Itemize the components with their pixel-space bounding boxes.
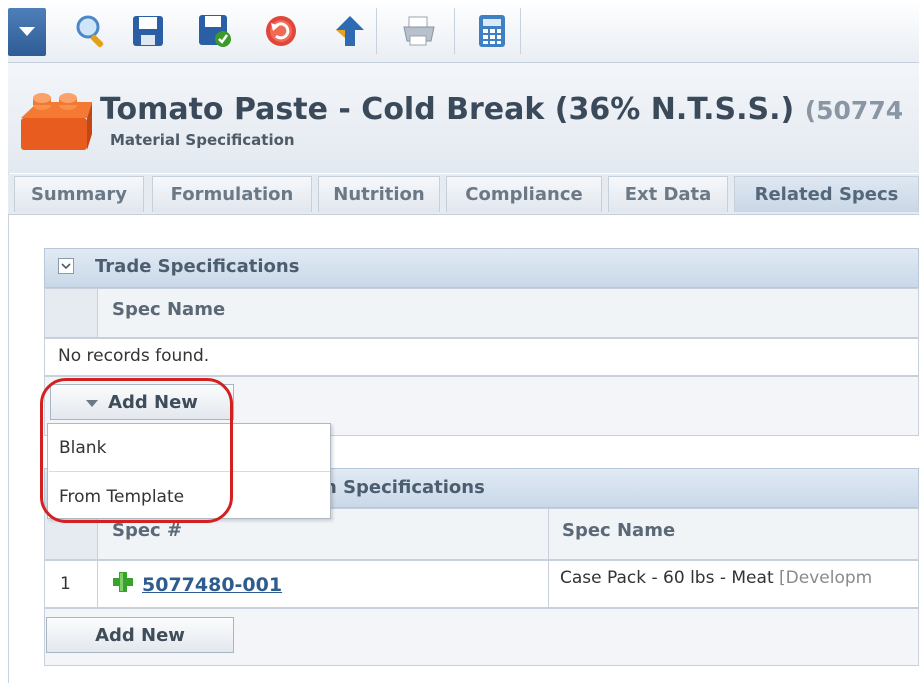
column-spec-name[interactable]: Spec Name [562, 520, 675, 541]
second-specs-title: n Specifications [324, 477, 485, 498]
column-spec-number[interactable]: Spec # [112, 520, 182, 541]
spec-code: (50774 [804, 96, 904, 125]
toolbar-divider [520, 8, 521, 54]
page-title: Tomato Paste - Cold Break (36% N.T.S.S.)… [100, 92, 903, 127]
print-icon[interactable] [396, 10, 442, 52]
row-index-cell [44, 560, 98, 608]
no-records-text: No records found. [58, 346, 210, 366]
toolbar-divider [454, 8, 455, 54]
page-subtitle: Material Specification [110, 131, 295, 149]
spec-name-text: Case Pack - 60 lbs - Meat [560, 568, 774, 588]
tab-compliance[interactable]: Compliance [446, 176, 602, 212]
tab-ext-data[interactable]: Ext Data [608, 176, 728, 212]
calculator-icon[interactable] [469, 10, 515, 52]
collapse-chevron-icon[interactable] [58, 258, 74, 274]
spec-status: [Developm [779, 568, 873, 588]
page-title-text: Tomato Paste - Cold Break (36% N.T.S.S.) [100, 92, 795, 127]
spec-number-link[interactable]: 5077480-001 [142, 574, 282, 596]
highlight-circle [40, 378, 233, 523]
toolbar-divider [376, 8, 377, 54]
save-icon[interactable] [125, 10, 171, 52]
tab-related-specs[interactable]: Related Specs [734, 176, 919, 212]
undo-icon[interactable] [258, 10, 304, 52]
arrow-up-icon[interactable] [327, 10, 373, 52]
column-spec-name[interactable]: Spec Name [112, 299, 225, 320]
plus-icon [112, 571, 134, 597]
tab-nutrition[interactable]: Nutrition [318, 176, 440, 212]
row-index: 1 [60, 574, 71, 594]
tab-formulation[interactable]: Formulation [152, 176, 312, 212]
tab-summary[interactable]: Summary [14, 176, 144, 212]
save-check-icon[interactable] [192, 10, 238, 52]
search-icon[interactable] [68, 10, 114, 52]
trade-specs-title: Trade Specifications [95, 256, 300, 277]
row-number-header [44, 288, 98, 338]
dropdown-arrow-icon[interactable] [8, 8, 46, 56]
spec-name-value: Case Pack - 60 lbs - Meat [Developm [560, 568, 915, 588]
add-new-button[interactable]: Add New [46, 617, 234, 653]
material-lego-icon [18, 88, 92, 158]
